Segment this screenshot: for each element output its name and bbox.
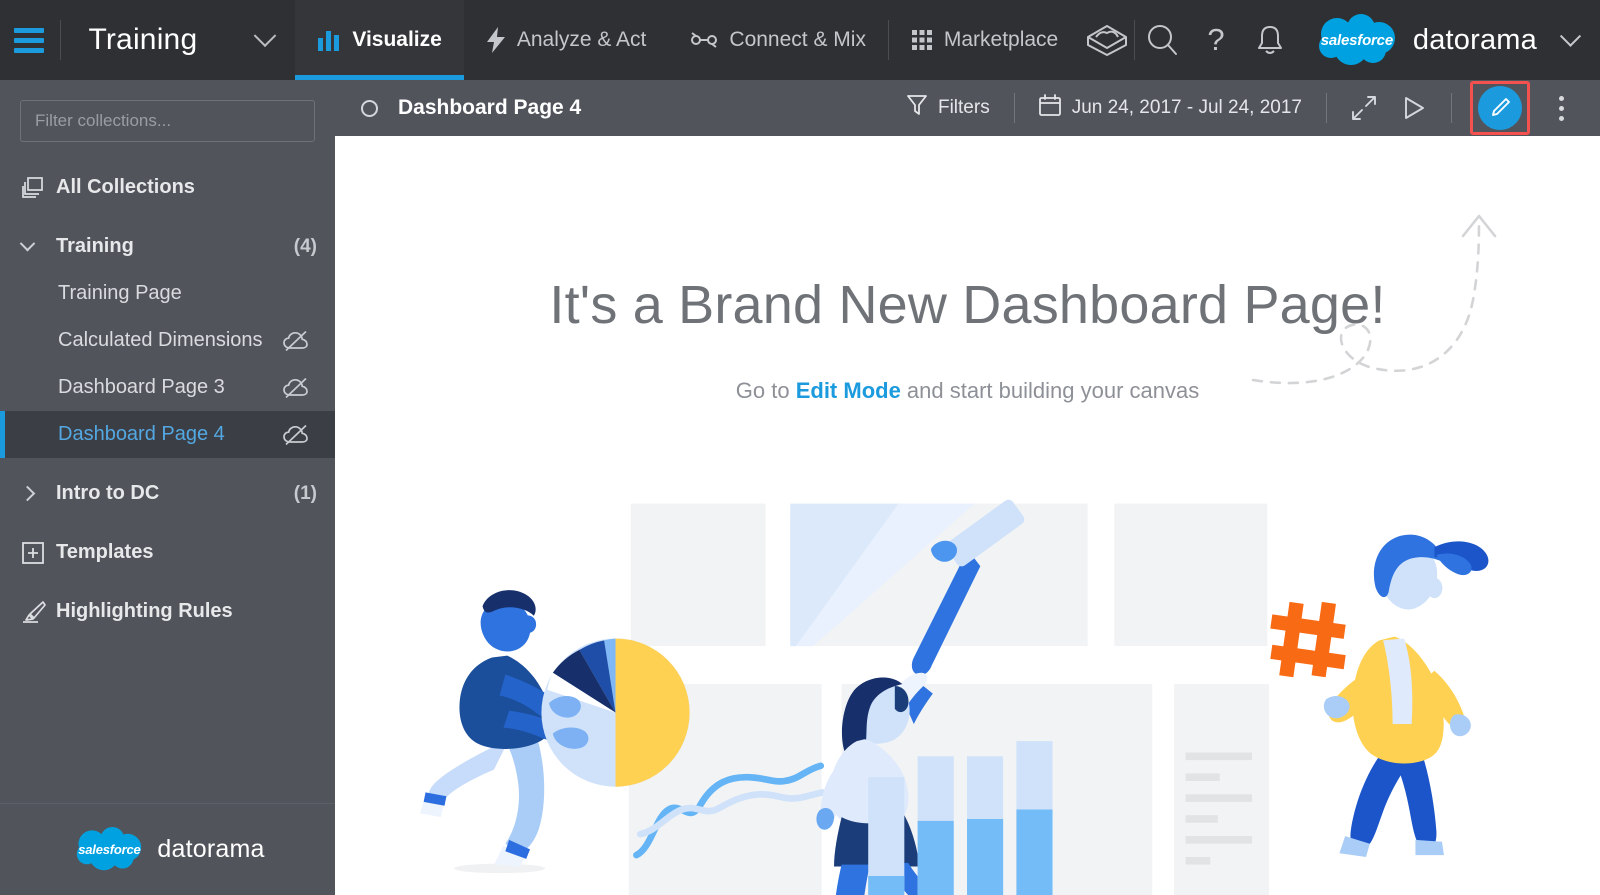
nav-tab-label: Connect & Mix [729, 28, 866, 51]
grid-dots-icon [911, 29, 933, 51]
hamburger-bar [14, 37, 44, 43]
datorama-wordmark: datorama [157, 835, 265, 863]
sidebar-collection-count: (4) [293, 235, 317, 257]
dashboard-canvas: It's a Brand New Dashboard Page! Go to E… [335, 136, 1600, 895]
empty-dashboard-illustration [335, 496, 1600, 895]
edit-pencil-button[interactable] [1478, 86, 1522, 130]
sidebar-collection-label: Intro to DC [56, 482, 160, 504]
chevron-right-icon[interactable] [19, 485, 56, 502]
hamburger-bar [14, 47, 44, 53]
svg-text:?: ? [1207, 23, 1224, 57]
sidebar-item-label: Templates [56, 541, 154, 563]
sidebar-item-label: All Collections [56, 176, 195, 198]
sidebar-page-label: Calculated Dimensions [58, 329, 263, 351]
sidebar-collection-label: Training [56, 235, 134, 257]
subtitle-prefix: Go to [735, 378, 796, 403]
hashtag-icon [1270, 601, 1346, 678]
chevron-down-icon[interactable] [19, 235, 56, 252]
sidebar-collection-intro-to-dc[interactable]: Intro to DC (1) [0, 470, 335, 517]
edit-button-highlight [1470, 81, 1530, 135]
body-region: All Collections Training (4) Training Pa… [0, 80, 1600, 895]
sidebar-item-templates[interactable]: Templates [0, 529, 335, 576]
sidebar-page-dashboard-page-3[interactable]: Dashboard Page 3 [0, 364, 335, 411]
salesforce-wordmark: salesforce [1320, 31, 1393, 49]
edit-mode-link[interactable]: Edit Mode [796, 378, 901, 403]
filters-button[interactable]: Filters [895, 80, 1002, 136]
filters-label: Filters [937, 97, 990, 118]
sidebar-page-label: Dashboard Page 3 [58, 376, 225, 398]
funnel-icon [907, 94, 927, 122]
filter-collections-wrapper [0, 80, 335, 154]
cloud-off-icon [283, 377, 317, 398]
sidebar-item-highlighting-rules[interactable]: Highlighting Rules [0, 588, 335, 635]
box-icon[interactable] [1080, 0, 1134, 80]
nav-tab-analyze-and-act[interactable]: Analyze & Act [464, 0, 669, 80]
date-range-label: Jun 24, 2017 - Jul 24, 2017 [1071, 97, 1302, 118]
sidebar-page-training-page[interactable]: Training Page [0, 270, 335, 317]
dashboard-toolbar: Dashboard Page 4 Filters Jun 24, 2017 - … [335, 80, 1600, 136]
search-icon[interactable] [1135, 0, 1189, 80]
sidebar: All Collections Training (4) Training Pa… [0, 80, 335, 895]
nav-tab-visualize[interactable]: Visualize [295, 0, 464, 80]
lightning-icon [486, 27, 506, 53]
sidebar-page-calculated-dimensions[interactable]: Calculated Dimensions [0, 317, 335, 364]
nav-tab-label: Marketplace [943, 28, 1059, 51]
bar-chart-icon [317, 29, 341, 51]
salesforce-cloud-icon: salesforce [70, 826, 148, 873]
toolbar-divider [1326, 93, 1327, 123]
main-panel: Dashboard Page 4 Filters Jun 24, 2017 - … [335, 80, 1600, 895]
nav-tab-label: Analyze & Act [516, 28, 647, 51]
filter-collections-input[interactable] [20, 100, 315, 142]
hamburger-bar [14, 27, 44, 33]
salesforce-cloud-icon: salesforce [1311, 14, 1403, 66]
brand-logo[interactable]: salesforce datorama [1311, 14, 1600, 66]
account-selector[interactable]: Training [60, 0, 295, 80]
plus-box-icon [22, 541, 56, 564]
expand-icon[interactable] [1339, 80, 1389, 136]
sidebar-footer-logo: salesforce datorama [0, 803, 335, 895]
nav-tab-connect-and-mix[interactable]: Connect & Mix [668, 0, 888, 80]
cloud-off-icon [283, 330, 317, 351]
sidebar-collection-training[interactable]: Training (4) [0, 223, 335, 270]
salesforce-wordmark: salesforce [78, 842, 141, 857]
date-range-picker[interactable]: Jun 24, 2017 - Jul 24, 2017 [1027, 80, 1314, 136]
woman-with-hashtag [1270, 534, 1489, 857]
nav-tab-marketplace[interactable]: Marketplace [889, 0, 1080, 80]
app-root: Training Visualize Analyze & Act Connect… [0, 0, 1600, 895]
toolbar-divider [1013, 93, 1015, 123]
account-name: Training [88, 23, 198, 56]
notifications-bell-icon[interactable] [1243, 0, 1297, 80]
collections-stack-icon [22, 177, 56, 198]
nav-tab-label: Visualize [352, 28, 442, 51]
hamburger-icon[interactable] [14, 27, 44, 53]
datorama-wordmark: datorama [1412, 23, 1537, 56]
help-icon[interactable]: ? [1189, 0, 1243, 80]
sidebar-item-label: Highlighting Rules [56, 600, 233, 622]
connect-nodes-icon [690, 29, 718, 51]
cloud-off-icon [283, 424, 317, 445]
sidebar-page-dashboard-page-4[interactable]: Dashboard Page 4 [0, 411, 335, 458]
circle-outline-icon [361, 99, 378, 117]
highlighter-icon [22, 600, 56, 623]
page-title: Dashboard Page 4 [398, 96, 582, 119]
calendar-icon [1038, 94, 1061, 122]
sidebar-item-all-collections[interactable]: All Collections [0, 164, 335, 211]
subtitle-suffix: and start building your canvas [900, 378, 1200, 403]
dashed-curved-arrow-icon [1245, 202, 1545, 407]
toolbar-divider [1451, 93, 1452, 123]
sidebar-collection-count: (1) [293, 482, 317, 504]
sidebar-tree: All Collections Training (4) Training Pa… [0, 154, 335, 803]
chevron-down-icon[interactable] [1559, 25, 1582, 47]
top-navigation-bar: Training Visualize Analyze & Act Connect… [0, 0, 1600, 80]
play-presentation-icon[interactable] [1389, 80, 1439, 136]
sidebar-page-label: Dashboard Page 4 [58, 423, 225, 445]
kebab-menu-icon[interactable] [1536, 80, 1586, 136]
chevron-down-icon [254, 24, 277, 48]
sidebar-page-label: Training Page [58, 282, 182, 304]
